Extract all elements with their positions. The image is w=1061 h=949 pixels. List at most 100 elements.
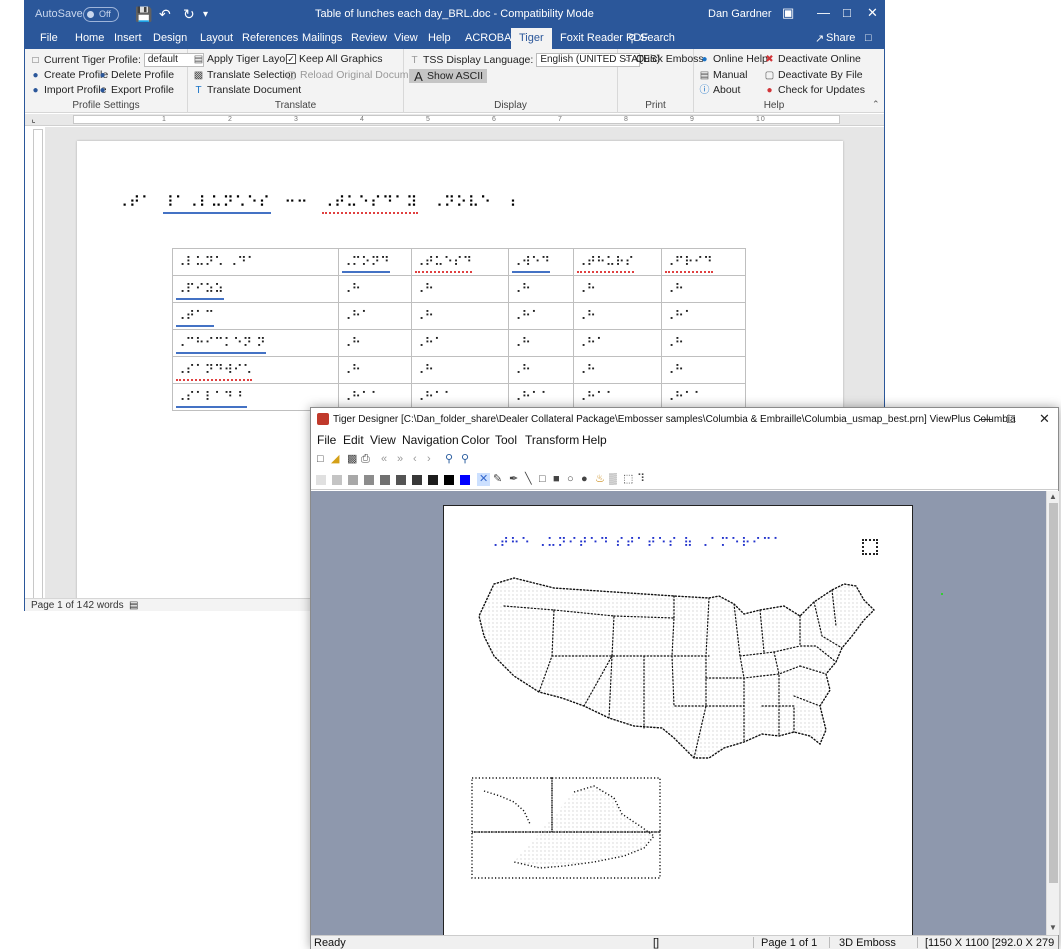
table-cell[interactable]: ⠠⠉⠓⠊⠉⠅⠑⠝ ⠝ <box>172 329 339 357</box>
new-file-icon[interactable]: □ <box>317 453 324 466</box>
export-profile-button[interactable]: ● Export Profile <box>97 84 174 96</box>
last-page-icon[interactable]: » <box>397 453 403 466</box>
table-cell[interactable]: ⠠⠓ <box>508 275 574 303</box>
delete-profile-button[interactable]: ● Delete Profile <box>97 69 174 81</box>
first-page-icon[interactable]: « <box>381 453 387 466</box>
brush-icon[interactable]: ✒ <box>509 473 518 486</box>
comments-icon[interactable]: □ <box>865 32 872 44</box>
menu-navigation[interactable]: Navigation <box>402 433 459 447</box>
redo-icon[interactable]: ↻ <box>183 6 195 23</box>
palette-color-swatch[interactable] <box>316 475 326 485</box>
translate-selection-button[interactable]: ▩ Translate Selection <box>193 69 297 81</box>
minimize-icon[interactable]: — <box>979 411 992 426</box>
next-page-icon[interactable]: › <box>427 453 431 466</box>
table-header-cell[interactable]: ⠠⠇⠥⠝⠡ ⠠⠙⠁ <box>172 248 339 276</box>
close-icon[interactable]: ✕ <box>867 5 878 21</box>
user-name[interactable]: Dan Gardner <box>708 8 772 20</box>
table-cell[interactable]: ⠠⠓ <box>411 302 509 330</box>
page-count[interactable]: Page 1 of 1 <box>31 600 82 611</box>
table-cell[interactable]: ⠠⠓ <box>661 356 746 384</box>
table-cell[interactable]: ⠠⠓ <box>411 356 509 384</box>
manual-button[interactable]: ▤ Manual <box>699 69 748 81</box>
table-cell[interactable]: ⠠⠓ <box>661 329 746 357</box>
autosave-toggle[interactable]: Off <box>83 7 119 22</box>
palette-color-swatch[interactable] <box>396 475 406 485</box>
fill-bucket-icon[interactable]: ♨ <box>595 473 605 486</box>
tab-design[interactable]: Design <box>153 32 187 44</box>
table-cell[interactable]: ⠠⠓ <box>573 302 662 330</box>
table-header-cell[interactable]: ⠠⠍⠕⠝⠙ <box>338 248 412 276</box>
table-cell[interactable]: ⠠⠓ <box>338 356 412 384</box>
table-cell[interactable]: ⠠⠓ <box>573 275 662 303</box>
maximize-icon[interactable]: □ <box>843 5 851 20</box>
menu-help[interactable]: Help <box>582 433 607 447</box>
table-cell[interactable]: ⠠⠓ <box>338 275 412 303</box>
menu-color[interactable]: Color <box>461 433 490 447</box>
menu-file[interactable]: File <box>317 433 336 447</box>
collapse-ribbon-icon[interactable]: ⌃ <box>872 99 880 110</box>
share-icon[interactable]: ↗ <box>815 32 824 45</box>
palette-color-swatch[interactable] <box>348 475 358 485</box>
close-icon[interactable]: ✕ <box>1039 411 1050 427</box>
save-icon[interactable]: ▩ <box>347 453 357 466</box>
check-updates-button[interactable]: ● Check for Updates <box>764 84 865 96</box>
tab-mailings[interactable]: Mailings <box>302 32 342 44</box>
braille-tool-icon[interactable]: ⠹ <box>637 473 645 486</box>
tab-file[interactable]: File <box>40 32 58 44</box>
table-cell[interactable]: ⠠⠓⠁ <box>338 302 412 330</box>
palette-color-swatch[interactable] <box>380 475 390 485</box>
customize-qat-icon[interactable]: ▾ <box>203 9 208 20</box>
table-header-cell[interactable]: ⠠⠺⠑⠙ <box>508 248 574 276</box>
keep-graphics-checkbox[interactable]: ✓ Keep All Graphics <box>286 53 382 65</box>
table-header-cell[interactable]: ⠠⠞⠥⠑⠎⠙ <box>411 248 509 276</box>
table-cell[interactable]: ⠠⠓ <box>661 275 746 303</box>
table-cell[interactable]: ⠠⠓⠁ <box>411 329 509 357</box>
show-ascii-button[interactable]: A Show ASCII <box>409 69 488 83</box>
table-cell[interactable]: ⠠⠓ <box>411 275 509 303</box>
undo-icon[interactable]: ↶ <box>159 6 171 23</box>
ribbon-display-icon[interactable]: ▣ <box>782 5 794 21</box>
deactivate-file-button[interactable]: ▢ Deactivate By File <box>764 69 863 81</box>
tab-insert[interactable]: Insert <box>114 32 142 44</box>
pattern-icon[interactable]: ▒ <box>609 473 617 486</box>
vertical-scrollbar[interactable]: ▲ ▼ <box>1046 491 1059 935</box>
embossing-page[interactable]: ⠠⠞⠓⠑ ⠠⠥⠝⠊⠞⠑⠙ ⠎⠞⠁⠞⠑⠎ ⠷ ⠠⠁⠍⠑⠗⠊⠉⠁ <box>443 505 913 935</box>
palette-color-swatch[interactable] <box>412 475 422 485</box>
table-cell[interactable]: ⠠⠓ <box>508 356 574 384</box>
menu-edit[interactable]: Edit <box>343 433 364 447</box>
tab-help[interactable]: Help <box>428 32 451 44</box>
zoom-in-icon[interactable]: ⚲ <box>461 453 469 466</box>
about-button[interactable]: ⓘ About <box>699 84 741 96</box>
tab-review[interactable]: Review <box>351 32 387 44</box>
table-header-cell[interactable]: ⠠⠋⠗⠊⠙ <box>661 248 746 276</box>
prev-page-icon[interactable]: ‹ <box>413 453 417 466</box>
palette-color-swatch[interactable] <box>364 475 374 485</box>
quick-emboss-button[interactable]: ○ Quick Emboss <box>622 53 703 65</box>
minimize-icon[interactable]: — <box>817 5 830 20</box>
rectangle-filled-icon[interactable]: ■ <box>553 473 560 486</box>
tab-home[interactable]: Home <box>75 32 104 44</box>
table-cell[interactable]: ⠠⠏⠊⠵⠵ <box>172 275 339 303</box>
palette-color-swatch[interactable] <box>444 475 454 485</box>
open-folder-icon[interactable]: ◢ <box>331 453 339 466</box>
scrollbar-thumb[interactable] <box>1049 503 1058 883</box>
vertical-ruler[interactable] <box>33 129 43 599</box>
print-icon[interactable]: ⎙ <box>361 453 370 466</box>
line-tool-icon[interactable]: ╲ <box>525 473 532 486</box>
menu-tool[interactable]: Tool <box>495 433 517 447</box>
palette-color-swatch[interactable] <box>332 475 342 485</box>
word-count[interactable]: 42 words <box>83 600 124 611</box>
menu-view[interactable]: View <box>370 433 396 447</box>
online-help-button[interactable]: ● Online Help <box>699 53 767 65</box>
translate-document-button[interactable]: T Translate Document <box>193 84 301 96</box>
save-icon[interactable]: 💾 <box>135 6 152 23</box>
ellipse-outline-icon[interactable]: ○ <box>567 473 574 486</box>
table-cell[interactable]: ⠠⠓⠁ <box>573 329 662 357</box>
tab-stop-selector[interactable]: ⌞ <box>28 114 39 125</box>
palette-color-swatch[interactable] <box>460 475 470 485</box>
proofing-icon[interactable]: ▤ <box>129 600 138 611</box>
import-profile-button[interactable]: ● Import Profile <box>30 84 106 96</box>
eraser-x-icon[interactable]: ✕ <box>477 473 491 486</box>
table-cell[interactable]: ⠠⠓⠁ <box>661 302 746 330</box>
tab-layout[interactable]: Layout <box>200 32 233 44</box>
